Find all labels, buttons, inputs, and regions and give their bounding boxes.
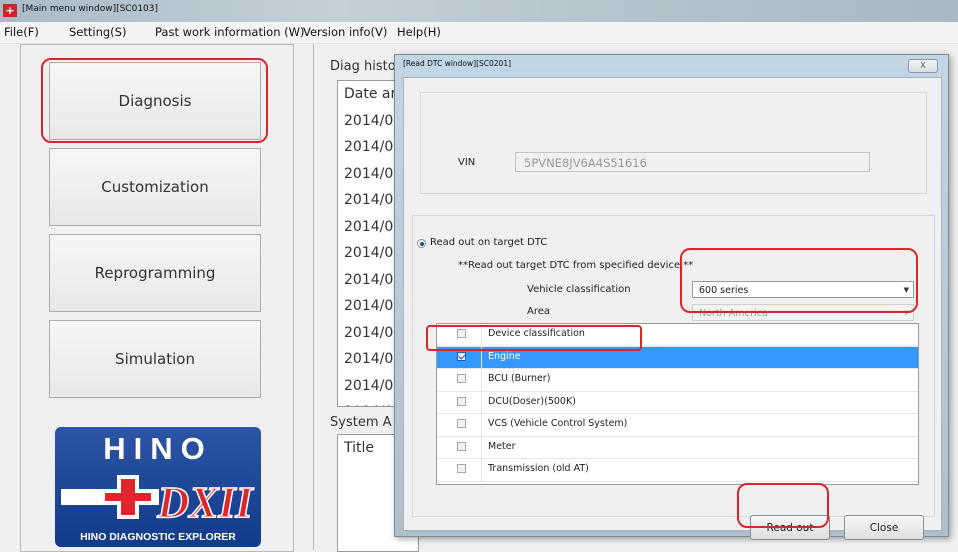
- device-header-label: Device classification: [488, 328, 585, 339]
- read-target-radio-label: Read out on target DTC: [430, 237, 548, 248]
- menu-file[interactable]: File(F): [4, 25, 39, 39]
- device-label: Engine: [488, 350, 521, 362]
- vehicle-classification-value: 600 series: [699, 285, 749, 296]
- area-select[interactable]: North America ▼: [692, 304, 914, 321]
- device-checkbox[interactable]: [457, 396, 466, 406]
- device-list[interactable]: Device classification Engine BCU (Burner…: [436, 323, 919, 485]
- logo-brand-text: HINO: [103, 431, 213, 466]
- main-menu-panel: Diagnosis Customization Reprogramming Si…: [20, 44, 294, 552]
- column-divider: [481, 346, 482, 368]
- logo-tagline: HINO DIAGNOSTIC EXPLORER: [80, 531, 236, 543]
- device-row-bcu[interactable]: BCU (Burner): [437, 369, 918, 392]
- device-checkbox[interactable]: [457, 441, 466, 451]
- reprogramming-button[interactable]: Reprogramming: [49, 234, 261, 312]
- diag-history-label: Diag histo: [330, 59, 396, 74]
- vehicle-classification-label: Vehicle classification: [527, 284, 631, 295]
- hino-dxii-logo: HINO DXII HINO DIAGNOSTIC EXPLORER: [55, 427, 261, 547]
- device-row-meter[interactable]: Meter: [437, 436, 918, 459]
- device-label: Transmission (old AT): [488, 463, 589, 474]
- vin-group: [420, 92, 927, 194]
- device-label: BCU (Burner): [488, 373, 551, 384]
- dialog-title: [Read DTC window][SC0201]: [403, 59, 512, 68]
- column-divider: [481, 324, 482, 346]
- hino-dxii-logo-graphic: HINO DXII HINO DIAGNOSTIC EXPLORER: [61, 431, 255, 543]
- menu-past-work[interactable]: Past work information (W): [155, 25, 304, 39]
- device-checkbox[interactable]: [457, 464, 466, 473]
- device-label: DCU(Doser)(500K): [488, 395, 576, 407]
- customization-button[interactable]: Customization: [49, 148, 261, 226]
- area-label: Area: [527, 306, 551, 317]
- dialog-close-icon[interactable]: X: [908, 59, 938, 73]
- device-row-transmission[interactable]: Transmission (old AT): [437, 459, 918, 482]
- title-bar: + [Main menu window][SC0103]: [0, 0, 958, 22]
- menu-version-info[interactable]: Version info(V): [303, 25, 387, 39]
- device-row-engine[interactable]: Engine: [437, 346, 918, 369]
- device-label: Meter: [488, 440, 516, 452]
- read-target-radio[interactable]: [417, 239, 426, 248]
- read-dtc-dialog: [Read DTC window][SC0201] X VIN 5PVNE8JV…: [394, 54, 949, 540]
- vin-field[interactable]: 5PVNE8JV6A4S51616: [515, 152, 870, 172]
- menu-bar: File(F) Setting(S) Past work information…: [0, 22, 958, 44]
- simulation-button[interactable]: Simulation: [49, 320, 261, 398]
- column-divider: [481, 414, 482, 436]
- menu-help[interactable]: Help(H): [397, 25, 441, 39]
- diagnosis-button[interactable]: Diagnosis: [49, 62, 261, 140]
- column-divider: [481, 459, 482, 481]
- device-checkbox[interactable]: [457, 351, 466, 361]
- vin-label: VIN: [458, 157, 476, 168]
- column-divider: [481, 436, 482, 458]
- column-divider: [481, 369, 482, 391]
- vehicle-classification-select[interactable]: 600 series ▼: [692, 281, 914, 298]
- system-label: System A: [330, 415, 392, 430]
- device-row-vcs[interactable]: VCS (Vehicle Control System): [437, 414, 918, 437]
- device-checkbox[interactable]: [457, 374, 466, 383]
- dialog-body: VIN 5PVNE8JV6A4S51616 Read out on target…: [403, 77, 942, 540]
- logo-mark-text: DXII: [156, 478, 254, 527]
- device-checkbox[interactable]: [457, 419, 466, 428]
- column-divider: [481, 391, 482, 413]
- instruction-text: **Read out target DTC from specified dev…: [458, 260, 694, 271]
- area-value: North America: [699, 308, 768, 319]
- device-label: VCS (Vehicle Control System): [488, 418, 628, 429]
- menu-setting[interactable]: Setting(S): [69, 25, 126, 39]
- chevron-down-icon: ▼: [903, 286, 909, 294]
- chevron-down-icon: ▼: [903, 309, 909, 317]
- device-list-header: Device classification: [437, 324, 918, 347]
- close-button[interactable]: Close: [844, 515, 924, 540]
- window-title: [Main menu window][SC0103]: [22, 4, 159, 14]
- select-all-checkbox[interactable]: [457, 329, 466, 338]
- device-row-dcu[interactable]: DCU(Doser)(500K): [437, 391, 918, 414]
- read-out-button[interactable]: Read out: [750, 515, 830, 540]
- logo-cross-mark: [105, 479, 151, 515]
- hino-app-icon: +: [3, 4, 17, 17]
